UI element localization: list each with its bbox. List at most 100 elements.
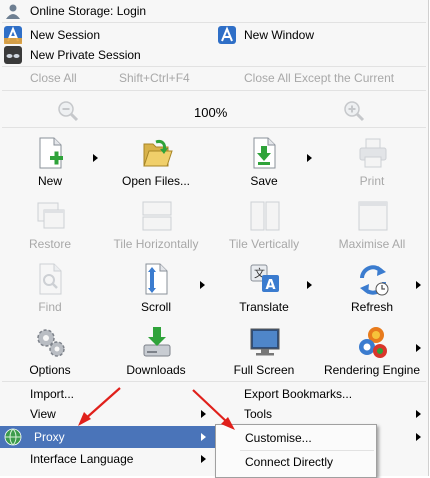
close-all-label: Close All xyxy=(30,71,77,85)
new-document-icon xyxy=(39,137,63,169)
tile-label: Options xyxy=(29,363,71,377)
submenu-arrow-icon xyxy=(201,410,206,418)
svg-text:A: A xyxy=(266,278,276,293)
tile-translate[interactable]: 文 A Translate xyxy=(218,262,310,322)
tile-restore[interactable]: Restore xyxy=(4,199,96,259)
new-session-label: New Session xyxy=(30,28,101,42)
submenu-item-customise[interactable]: Customise... xyxy=(245,428,312,448)
tile-tile-horizontally[interactable]: Tile Horizontally xyxy=(110,199,202,259)
close-shortcut-label: Shift+Ctrl+F4 xyxy=(119,71,190,85)
tile-vertical-icon xyxy=(250,201,280,231)
submenu-arrow-icon xyxy=(416,344,421,352)
tile-label: Find xyxy=(38,300,62,314)
submenu-arrow-icon xyxy=(93,154,98,162)
submenu-arrow-icon xyxy=(307,154,312,162)
zoom-out-button[interactable] xyxy=(56,99,80,123)
maximise-window-icon xyxy=(358,201,388,231)
new-private-session-label: New Private Session xyxy=(30,48,141,62)
tile-label: Downloads xyxy=(126,363,186,377)
menu-item-interface-language[interactable]: Interface Language xyxy=(30,449,133,469)
tile-label: Tile Vertically xyxy=(228,237,300,251)
tile-label: Print xyxy=(359,174,385,188)
tile-horizontal-icon xyxy=(142,201,172,231)
menu-item-view[interactable]: View xyxy=(30,404,56,424)
tile-label: Open Files... xyxy=(121,174,191,188)
shortcut-text: Shift+Ctrl+F4 xyxy=(119,69,190,87)
divider xyxy=(2,90,426,91)
connect-directly-label: Connect Directly xyxy=(245,455,334,469)
tools-label: Tools xyxy=(244,407,273,421)
proxy-row-content: Proxy xyxy=(4,428,65,446)
tile-open-files[interactable]: Open Files... xyxy=(110,136,202,196)
submenu-arrow-icon xyxy=(307,281,312,289)
tile-label: Scroll xyxy=(140,300,171,314)
submenu-arrow-icon xyxy=(416,410,421,418)
submenu-item-connect-directly[interactable]: Connect Directly xyxy=(245,452,333,472)
zoom-level[interactable]: 100% xyxy=(194,103,227,121)
open-folder-icon xyxy=(143,140,173,167)
tile-maximise-all[interactable]: Maximise All xyxy=(326,199,418,259)
app-logo-icon xyxy=(218,26,236,44)
tile-downloads[interactable]: Downloads xyxy=(110,325,202,385)
globe-icon xyxy=(4,428,22,446)
tile-rendering-engine[interactable]: Rendering Engine xyxy=(324,325,420,385)
tile-label: Translate xyxy=(239,300,289,314)
menu-item-close-all-except[interactable]: Close All Except the Current xyxy=(244,69,394,87)
import-label: Import... xyxy=(30,387,75,401)
online-storage-label: Online Storage: Login xyxy=(30,4,147,18)
tile-new[interactable]: New xyxy=(4,136,96,196)
menu-item-tools[interactable]: Tools xyxy=(244,404,272,424)
menu-item-import[interactable]: Import... xyxy=(30,384,74,404)
view-label: View xyxy=(30,407,56,421)
tile-tile-vertically[interactable]: Tile Vertically xyxy=(218,199,310,259)
restore-windows-icon xyxy=(37,202,65,229)
private-mask-icon xyxy=(4,46,22,64)
printer-icon xyxy=(359,138,387,168)
tile-options[interactable]: Options xyxy=(4,325,96,385)
save-document-icon xyxy=(253,137,276,169)
menu-item-close-all[interactable]: Close All xyxy=(30,69,77,87)
divider xyxy=(2,381,426,382)
gears-icon xyxy=(37,329,65,357)
proxy-label: Proxy xyxy=(34,430,65,444)
proxy-submenu: Customise... Connect Directly xyxy=(215,424,377,478)
tile-find[interactable]: Find xyxy=(4,262,96,322)
tile-label: Rendering Engine xyxy=(323,363,421,377)
new-window-label: New Window xyxy=(244,28,315,42)
interface-language-label: Interface Language xyxy=(30,452,134,466)
divider xyxy=(240,450,374,451)
submenu-arrow-icon xyxy=(416,281,421,289)
submenu-arrow-icon xyxy=(200,281,205,289)
divider xyxy=(2,22,426,23)
submenu-arrow-icon xyxy=(416,433,421,441)
tile-label: New xyxy=(37,174,62,188)
tile-full-screen[interactable]: Full Screen xyxy=(218,325,310,385)
translate-icon: 文 A xyxy=(250,264,279,293)
zoom-in-button[interactable] xyxy=(342,99,366,123)
menu-item-new-private-session[interactable]: New Private Session xyxy=(4,45,141,65)
user-silhouette-icon xyxy=(4,2,22,20)
divider xyxy=(2,127,426,128)
app-logo-icon xyxy=(4,26,22,44)
tile-print[interactable]: Print xyxy=(326,136,418,196)
browser-engines-icon xyxy=(359,327,387,358)
menu-item-online-storage[interactable]: Online Storage: Login xyxy=(4,1,146,21)
customise-label: Customise... xyxy=(245,431,312,445)
tile-label: Tile Horizontally xyxy=(113,237,199,251)
menu-item-export-bookmarks[interactable]: Export Bookmarks... xyxy=(244,384,352,404)
find-document-icon xyxy=(39,263,62,295)
tile-save[interactable]: Save xyxy=(218,136,310,196)
menu-item-new-window[interactable]: New Window xyxy=(218,25,314,45)
refresh-icon xyxy=(360,265,389,296)
divider xyxy=(2,66,426,67)
tile-label: Full Screen xyxy=(233,363,295,377)
zoom-out-icon xyxy=(58,101,79,122)
main-menu: Online Storage: Login New Session New Wi… xyxy=(0,0,429,476)
tile-label: Refresh xyxy=(350,300,394,314)
download-drive-icon xyxy=(143,327,171,357)
zoom-level-label: 100% xyxy=(194,104,228,120)
tile-refresh[interactable]: Refresh xyxy=(326,262,418,322)
submenu-arrow-icon xyxy=(201,433,206,441)
tile-scroll[interactable]: Scroll xyxy=(110,262,202,322)
menu-item-new-session[interactable]: New Session xyxy=(4,25,100,45)
